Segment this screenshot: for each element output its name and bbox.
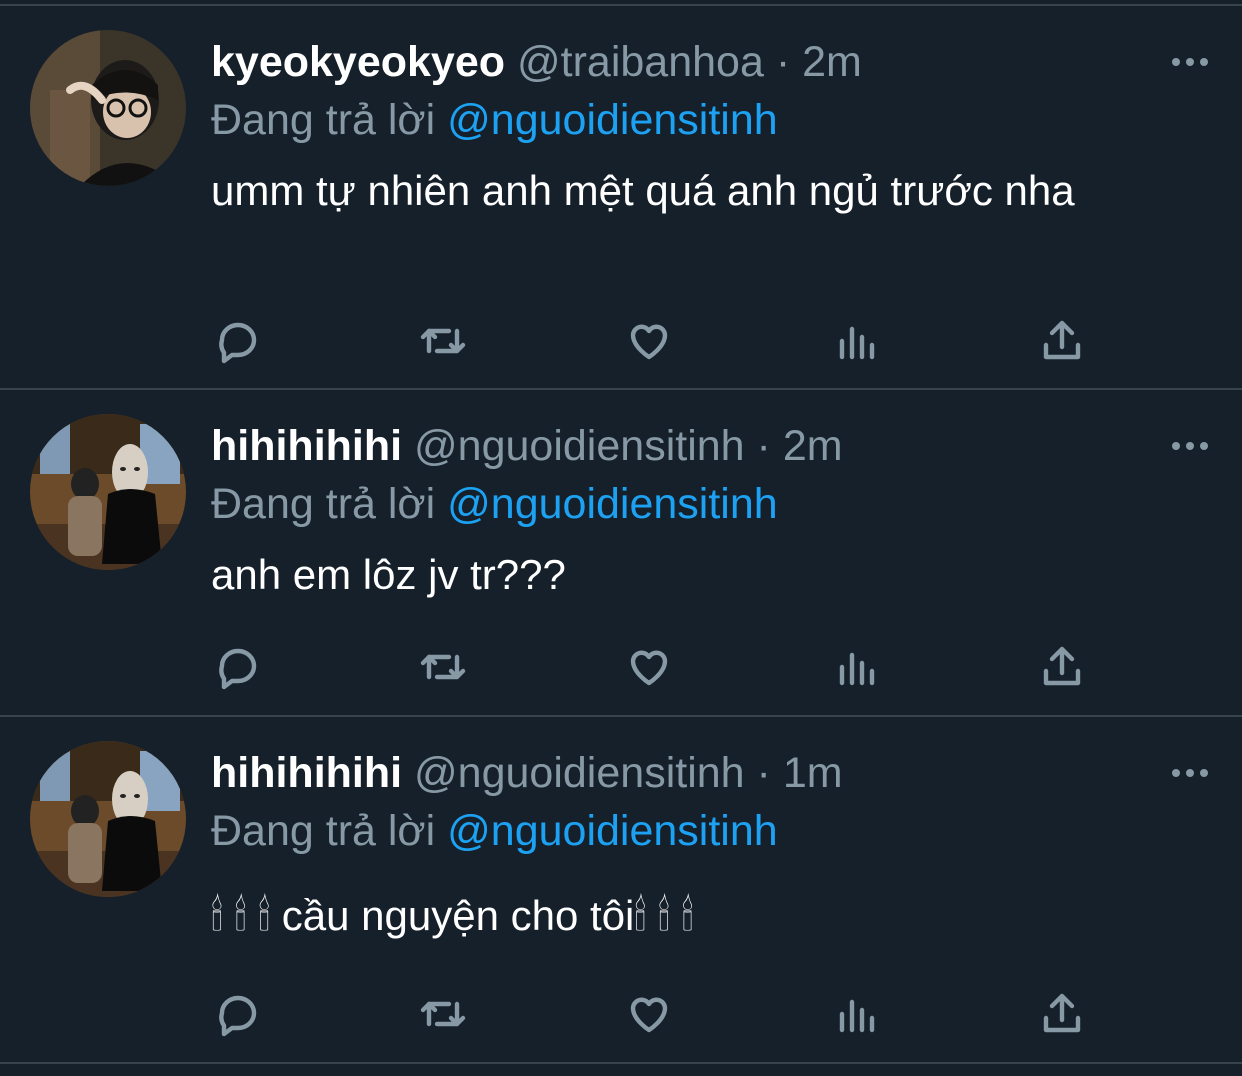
replying-to: Đang trả lời @nguoidiensitinh — [211, 478, 778, 530]
like-button[interactable] — [624, 642, 674, 692]
reply-button[interactable] — [213, 316, 263, 366]
replying-to-label: Đang trả lời — [211, 807, 436, 855]
tweet-text: anh em lôz jv tr??? — [211, 551, 566, 598]
reply-bubble-icon — [219, 995, 257, 1037]
display-name[interactable]: hihihihihi — [211, 749, 402, 797]
display-name[interactable]: kyeokyeokyeo — [211, 38, 505, 86]
tweet-header: hihihihihi @nguoidiensitinh · 1m — [211, 747, 843, 799]
views-button[interactable] — [831, 989, 881, 1039]
more-horizontal-icon — [1172, 58, 1208, 66]
tweet-actions — [211, 316, 1242, 366]
replying-to-label: Đang trả lời — [211, 96, 436, 144]
tweet-text: umm tự nhiên anh mệt quá anh ngủ trước n… — [211, 167, 1075, 214]
more-options-button[interactable] — [1168, 751, 1212, 795]
tweet-actions — [211, 642, 1242, 692]
reply-bubble-icon — [219, 648, 257, 690]
heart-icon — [630, 650, 668, 686]
tweet[interactable]: hihihihihi @nguoidiensitinh · 2m Đang tr… — [0, 390, 1242, 717]
share-upload-icon — [1043, 646, 1081, 686]
retweet-button[interactable] — [418, 642, 468, 692]
bar-chart-icon — [839, 999, 875, 1033]
share-button[interactable] — [1037, 989, 1087, 1039]
tweet[interactable]: kyeokyeokyeo @traibanhoa · 2m Đang trả l… — [0, 6, 1242, 390]
replying-to: Đang trả lời @nguoidiensitinh — [211, 805, 778, 857]
share-button[interactable] — [1037, 316, 1087, 366]
avatar-photo — [30, 414, 186, 570]
avatar-photo — [30, 30, 186, 186]
heart-icon — [630, 997, 668, 1033]
views-button[interactable] — [831, 316, 881, 366]
separator-dot: · — [775, 38, 791, 86]
display-name[interactable]: hihihihihi — [211, 422, 402, 470]
replying-to-handle[interactable]: @nguoidiensitinh — [447, 480, 778, 528]
tweet[interactable]: hihihihihi @nguoidiensitinh · 1m Đang tr… — [0, 717, 1242, 1064]
replying-to-handle[interactable]: @nguoidiensitinh — [447, 96, 778, 144]
share-upload-icon — [1043, 993, 1081, 1033]
like-button[interactable] — [624, 989, 674, 1039]
retweet-arrows-icon — [420, 1001, 466, 1027]
more-horizontal-icon — [1172, 769, 1208, 777]
views-button[interactable] — [831, 642, 881, 692]
avatar[interactable] — [30, 414, 186, 570]
user-handle[interactable]: @traibanhoa — [517, 38, 764, 86]
bar-chart-icon — [839, 652, 875, 686]
avatar[interactable] — [30, 30, 186, 186]
reply-bubble-icon — [219, 322, 257, 364]
tweet-header: kyeokyeokyeo @traibanhoa · 2m — [211, 36, 862, 88]
replying-to-handle[interactable]: @nguoidiensitinh — [447, 807, 778, 855]
share-upload-icon — [1043, 320, 1081, 360]
retweet-button[interactable] — [418, 989, 468, 1039]
retweet-button[interactable] — [418, 316, 468, 366]
tweet-header: hihihihihi @nguoidiensitinh · 2m — [211, 420, 843, 472]
tweet-actions — [211, 989, 1242, 1039]
user-handle[interactable]: @nguoidiensitinh — [414, 749, 745, 797]
share-button[interactable] — [1037, 642, 1087, 692]
timestamp[interactable]: 1m — [783, 749, 843, 797]
timestamp[interactable]: 2m — [802, 38, 862, 86]
replying-to-label: Đang trả lời — [211, 480, 436, 528]
retweet-arrows-icon — [420, 654, 466, 680]
avatar-photo — [30, 741, 186, 897]
bar-chart-icon — [839, 326, 875, 360]
reply-button[interactable] — [213, 642, 263, 692]
more-horizontal-icon — [1172, 442, 1208, 450]
like-button[interactable] — [624, 316, 674, 366]
user-handle[interactable]: @nguoidiensitinh — [414, 422, 745, 470]
more-options-button[interactable] — [1168, 424, 1212, 468]
more-options-button[interactable] — [1168, 40, 1212, 84]
heart-icon — [630, 324, 668, 360]
timestamp[interactable]: 2m — [783, 422, 843, 470]
reply-button[interactable] — [213, 989, 263, 1039]
tweet-text: 🕯 🕯 🕯 cầu nguyện cho tôi🕯 🕯 🕯 — [211, 892, 694, 939]
separator-dot: · — [756, 749, 771, 797]
separator-dot: · — [756, 422, 771, 470]
avatar[interactable] — [30, 741, 186, 897]
retweet-arrows-icon — [420, 328, 466, 354]
replying-to: Đang trả lời @nguoidiensitinh — [211, 94, 778, 146]
